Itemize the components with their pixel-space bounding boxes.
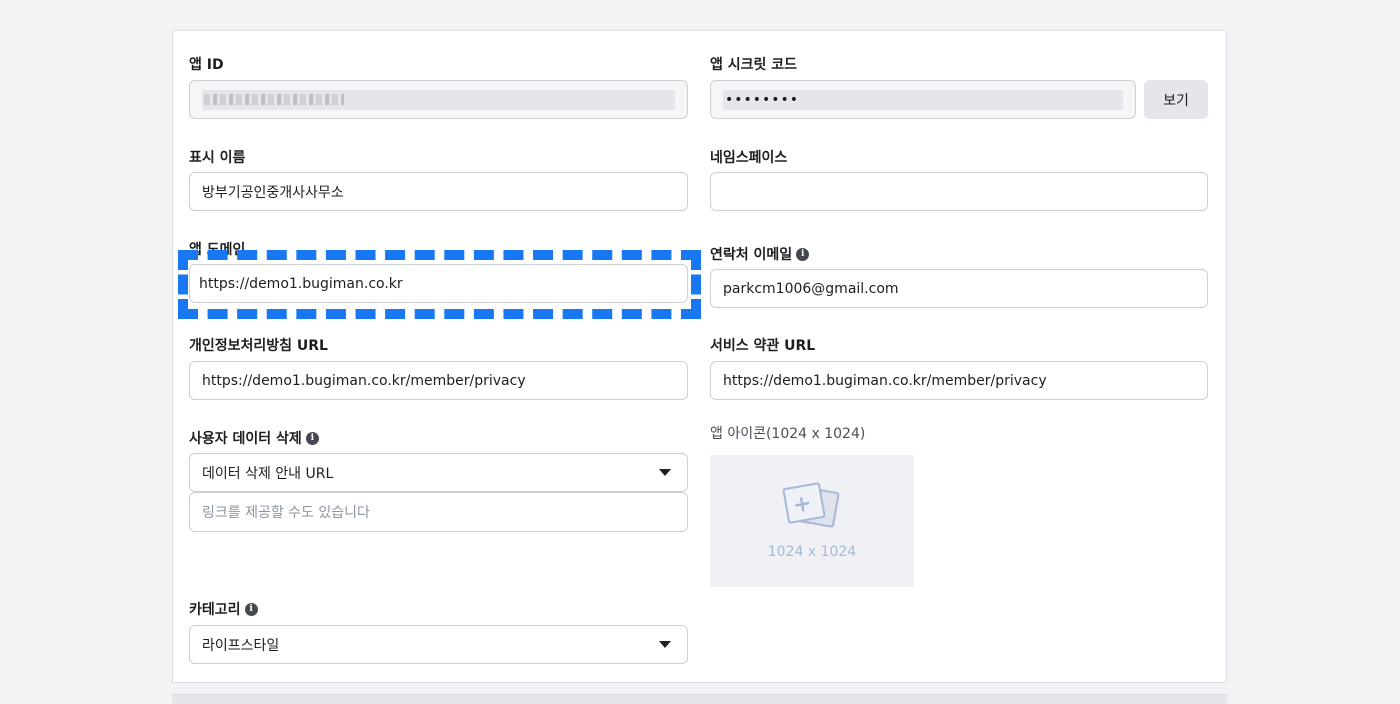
app-id-blurred-value <box>202 89 675 110</box>
app-id-field[interactable] <box>189 80 688 119</box>
data-deletion-select[interactable]: 데이터 삭제 안내 URL <box>189 453 688 492</box>
namespace-label: 네임스페이스 <box>710 150 788 166</box>
app-icon-upload[interactable]: 1024 x 1024 <box>710 455 914 587</box>
display-name-label: 표시 이름 <box>189 150 246 166</box>
app-secret-field[interactable]: •••••••• <box>710 80 1136 119</box>
contact-email-input[interactable]: parkcm1006@gmail.com <box>710 269 1208 308</box>
info-icon[interactable]: i <box>305 431 319 445</box>
terms-url-label: 서비스 약관 URL <box>710 338 816 354</box>
next-section-edge <box>172 694 1227 704</box>
chevron-down-icon <box>659 469 671 476</box>
app-secret-label: 앱 시크릿 코드 <box>710 57 798 73</box>
app-icon-label: 앱 아이콘(1024 x 1024) <box>710 426 866 442</box>
app-icon-size-text: 1024 x 1024 <box>767 544 857 560</box>
app-secret-value: •••••••• <box>725 91 800 108</box>
data-deletion-url-input[interactable]: 링크를 제공할 수도 있습니다 <box>189 492 688 532</box>
namespace-input[interactable] <box>710 172 1208 211</box>
display-name-input[interactable]: 방부기공인중개사사무소 <box>189 172 688 211</box>
info-icon[interactable]: i <box>244 602 258 616</box>
app-domain-label: 앱 도메인 <box>189 242 246 258</box>
app-domain-input[interactable]: https://demo1.bugiman.co.kr <box>189 264 688 303</box>
terms-url-input[interactable]: https://demo1.bugiman.co.kr/member/priva… <box>710 361 1208 400</box>
contact-email-label: 연락처 이메일 i <box>710 244 810 264</box>
image-add-icon <box>782 482 840 528</box>
show-secret-button[interactable]: 보기 <box>1144 80 1208 119</box>
data-deletion-label: 사용자 데이터 삭제 i <box>189 428 319 448</box>
app-id-label: 앱 ID <box>189 57 224 73</box>
category-label: 카테고리 i <box>189 599 258 619</box>
category-select[interactable]: 라이프스타일 <box>189 625 688 664</box>
privacy-url-input[interactable]: https://demo1.bugiman.co.kr/member/priva… <box>189 361 688 400</box>
app-settings-panel <box>172 30 1227 683</box>
privacy-url-label: 개인정보처리방침 URL <box>189 338 328 354</box>
info-icon[interactable]: i <box>796 247 810 261</box>
chevron-down-icon <box>659 641 671 648</box>
